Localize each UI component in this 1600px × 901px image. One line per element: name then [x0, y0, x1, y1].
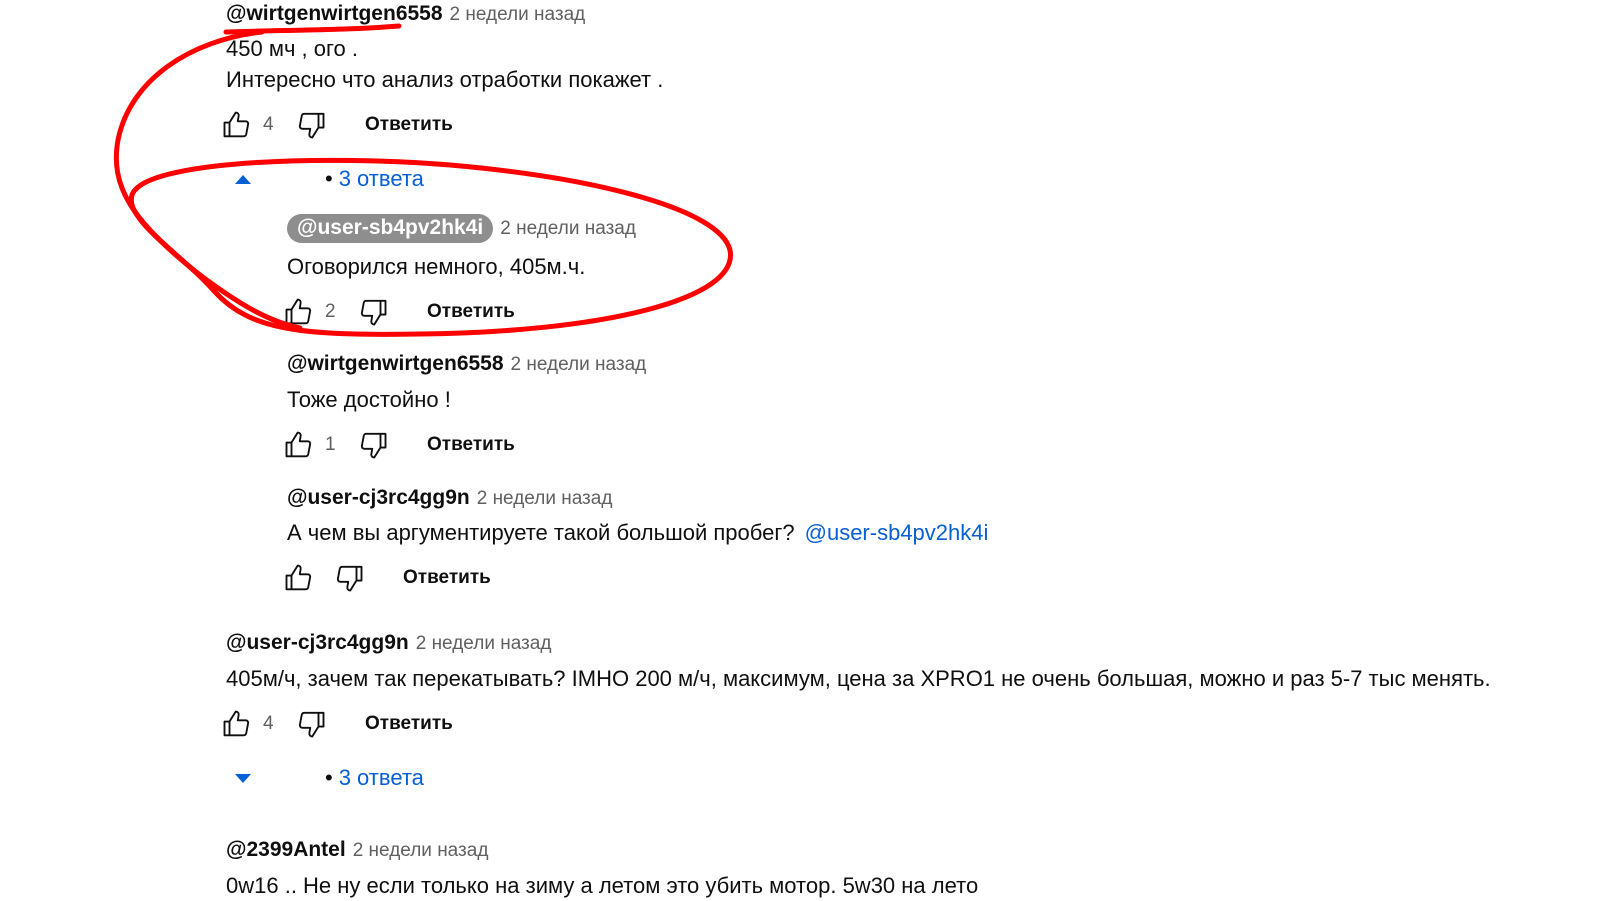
thumbs-down-icon — [296, 110, 326, 140]
caret-down-icon — [235, 773, 251, 783]
comment-time[interactable]: 2 недели назад — [450, 4, 586, 26]
comment-header: @2399Antel 2 недели назад — [226, 838, 488, 862]
replies-count: 3 ответа — [338, 765, 424, 790]
thumbs-up-icon — [222, 709, 252, 739]
comment-text-line: 450 мч , ого . — [226, 36, 358, 61]
comment-text-line: Интересно что анализ отработки покажет . — [226, 67, 664, 92]
like-count: 1 — [325, 434, 336, 455]
reply-header: @user-cj3rc4gg9n 2 недели назад — [287, 486, 612, 510]
comment-time[interactable]: 2 недели назад — [353, 840, 489, 862]
reply-text-body: А чем вы аргументируете такой большой пр… — [287, 520, 795, 545]
thumbs-up-icon — [284, 430, 314, 460]
like-button[interactable] — [283, 429, 315, 461]
reply-text: А чем вы аргументируете такой большой пр… — [287, 517, 988, 548]
replies-toggle-expand[interactable]: • 3 ответа — [235, 765, 424, 791]
reply-header: @wirtgenwirtgen6558 2 недели назад — [287, 352, 646, 376]
like-count: 4 — [263, 713, 274, 734]
comment-author[interactable]: @user-cj3rc4gg9n — [226, 631, 409, 655]
replies-count: 3 ответа — [338, 166, 424, 191]
dislike-button[interactable] — [295, 708, 327, 740]
like-count: 4 — [263, 114, 274, 135]
reply-button[interactable]: Ответить — [365, 114, 453, 136]
like-button[interactable] — [283, 296, 315, 328]
replies-toggle-collapse[interactable]: • 3 ответа — [235, 166, 424, 192]
reply-button[interactable]: Ответить — [403, 567, 491, 589]
like-button[interactable] — [221, 109, 253, 141]
comment-header: @user-cj3rc4gg9n 2 недели назад — [226, 631, 551, 655]
reply-header: @user-sb4pv2hk4i 2 недели назад — [287, 214, 636, 243]
like-button[interactable] — [221, 708, 253, 740]
reply-button[interactable]: Ответить — [427, 434, 515, 456]
underline-stroke — [223, 23, 402, 35]
comment-header: @wirtgenwirtgen6558 2 недели назад — [226, 2, 585, 26]
reply-time[interactable]: 2 недели назад — [500, 218, 636, 240]
comment-actions: 4 Ответить — [221, 704, 453, 744]
reply-author[interactable]: @user-cj3rc4gg9n — [287, 486, 470, 510]
like-count: 2 — [325, 301, 336, 322]
dislike-button[interactable] — [357, 429, 389, 461]
reply-time[interactable]: 2 недели назад — [511, 354, 647, 376]
thumbs-down-icon — [358, 430, 388, 460]
reply-actions: 1 Ответить — [283, 425, 515, 465]
like-button[interactable] — [283, 562, 315, 594]
reply-button[interactable]: Ответить — [427, 301, 515, 323]
reply-time[interactable]: 2 недели назад — [477, 488, 613, 510]
thumbs-down-icon — [296, 709, 326, 739]
dislike-button[interactable] — [357, 296, 389, 328]
reply-text: Оговорился немного, 405м.ч. — [287, 254, 586, 279]
caret-up-icon — [235, 174, 251, 184]
reply-button[interactable]: Ответить — [365, 713, 453, 735]
thumbs-up-icon — [222, 110, 252, 140]
comment-text-line: 0w16 .. Не ну если только на зиму а лето… — [226, 873, 979, 898]
comment-author[interactable]: @wirtgenwirtgen6558 — [226, 2, 443, 26]
reply-author-highlighted[interactable]: @user-sb4pv2hk4i — [287, 214, 494, 243]
comment-author[interactable]: @2399Antel — [226, 838, 346, 862]
mention-link[interactable]: @user-sb4pv2hk4i — [805, 520, 989, 545]
reply-author[interactable]: @wirtgenwirtgen6558 — [287, 352, 504, 376]
thumbs-up-icon — [284, 563, 314, 593]
dislike-button[interactable] — [333, 562, 365, 594]
reply-text: Тоже достойно ! — [287, 387, 451, 412]
thumbs-up-icon — [284, 297, 314, 327]
thumbs-down-icon — [358, 297, 388, 327]
reply-actions: Ответить — [283, 558, 491, 598]
comment-text-line: 405м/ч, зачем так перекатывать? IMHO 200… — [226, 666, 1491, 691]
reply-actions: 2 Ответить — [283, 292, 515, 332]
dislike-button[interactable] — [295, 109, 327, 141]
thumbs-down-icon — [334, 563, 364, 593]
comment-actions: 4 Ответить — [221, 105, 453, 145]
comment-time[interactable]: 2 недели назад — [416, 633, 552, 655]
